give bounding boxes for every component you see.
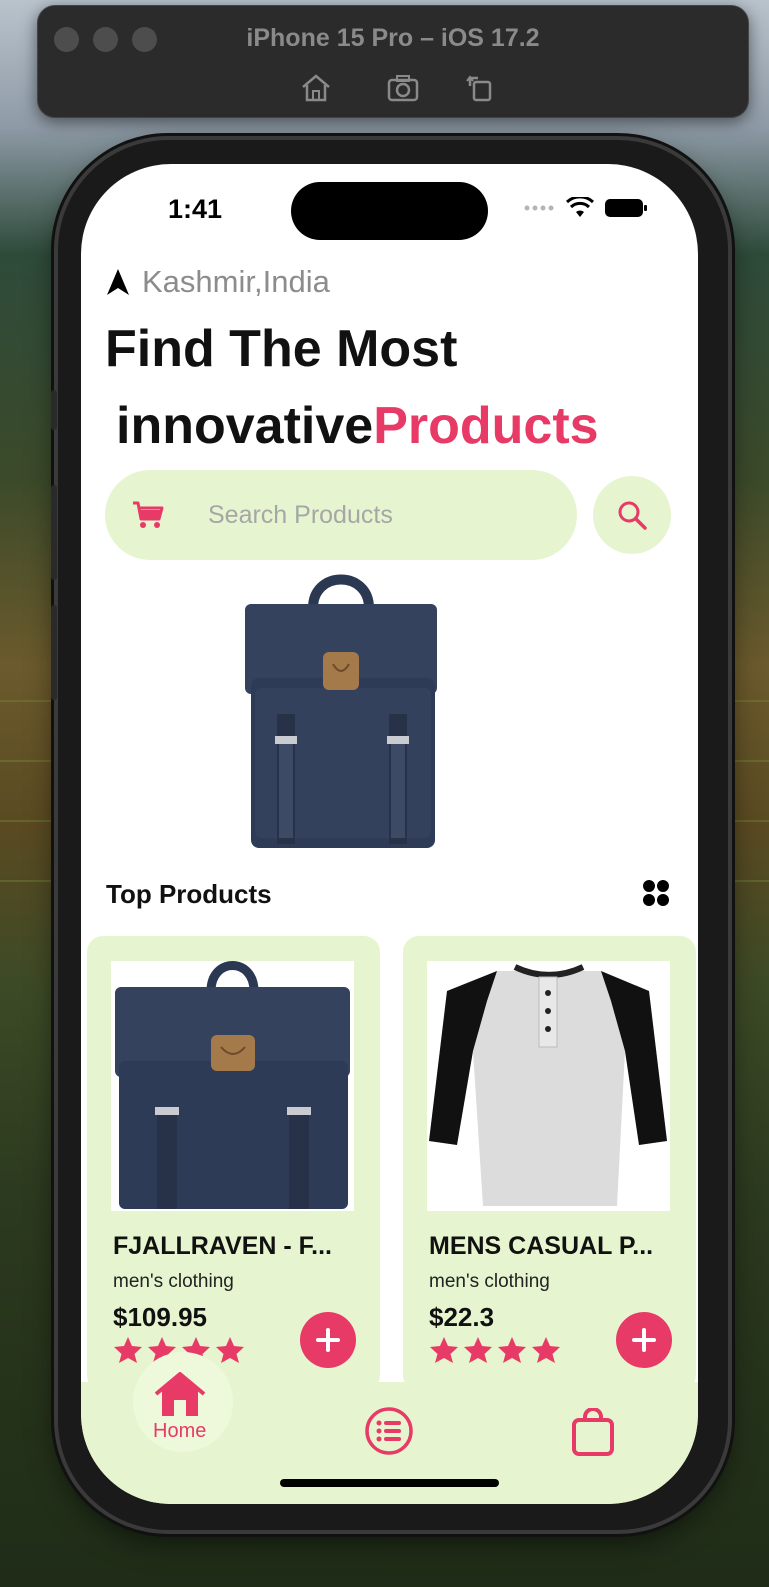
- wifi-icon: [566, 197, 594, 217]
- product-category: men's clothing: [429, 1271, 550, 1292]
- featured-product-image[interactable]: [241, 568, 441, 858]
- product-category: men's clothing: [113, 1271, 234, 1292]
- search-bar[interactable]: [105, 470, 577, 560]
- star-icon: [430, 1337, 458, 1363]
- cart-icon: [133, 501, 164, 528]
- plus-icon: [632, 1328, 656, 1352]
- product-price: $109.95: [113, 1302, 207, 1332]
- list-icon: [365, 1407, 413, 1455]
- headline-plain: innovative: [116, 397, 374, 455]
- simulator-title-bar: iPhone 15 Pro – iOS 17.2: [37, 5, 749, 118]
- product-title: MENS CASUAL P...: [429, 1232, 654, 1260]
- home-indicator: [280, 1479, 499, 1487]
- home-icon[interactable]: [299, 72, 333, 104]
- shopping-bag-icon: [572, 1408, 614, 1456]
- tab-bag[interactable]: [571, 1408, 615, 1456]
- product-image[interactable]: [427, 961, 670, 1211]
- headline-accent: Products: [373, 397, 599, 455]
- headline-line-2: innovativeProducts: [116, 396, 599, 456]
- cellular-signal-icon: [524, 205, 554, 211]
- star-icon: [532, 1337, 560, 1363]
- product-card[interactable]: FJALLRAVEN - F... men's clothing $109.95: [87, 936, 380, 1391]
- action-button: [51, 390, 57, 430]
- product-price: $22.3: [429, 1302, 495, 1332]
- location-row[interactable]: Kashmir,India: [106, 264, 330, 300]
- tab-home[interactable]: Home: [153, 1372, 206, 1443]
- status-time: 1:41: [168, 194, 223, 224]
- star-icon: [114, 1337, 142, 1363]
- search-icon: [618, 501, 647, 530]
- search-button[interactable]: [593, 476, 671, 554]
- star-icon: [216, 1337, 244, 1363]
- star-icon: [498, 1337, 526, 1363]
- home-icon: [154, 1372, 205, 1416]
- grid-view-icon[interactable]: [642, 879, 670, 907]
- section-title: Top Products: [106, 879, 272, 909]
- volume-down-button: [51, 605, 57, 700]
- location-label: Kashmir,India: [142, 264, 330, 299]
- product-card[interactable]: MENS CASUAL P... men's clothing $22.3: [403, 936, 696, 1391]
- headline-line-1: Find The Most: [105, 320, 458, 378]
- simulator-title: iPhone 15 Pro – iOS 17.2: [246, 24, 540, 52]
- backpack-image: [115, 961, 350, 1209]
- battery-icon: [605, 199, 647, 217]
- star-icon: [464, 1337, 492, 1363]
- product-title: FJALLRAVEN - F...: [113, 1232, 332, 1260]
- screenshot-icon[interactable]: [386, 72, 420, 104]
- app-screen: 1:41 Kashmir,India Find The Most innovat…: [81, 164, 698, 1504]
- volume-up-button: [51, 485, 57, 580]
- tab-home-label: Home: [153, 1420, 207, 1442]
- plus-icon: [316, 1328, 340, 1352]
- navigation-arrow-icon: [107, 269, 129, 295]
- tab-list[interactable]: [364, 1406, 414, 1456]
- status-icons: [524, 197, 648, 219]
- henley-shirt-image: [429, 964, 667, 1206]
- product-rating: [429, 1336, 561, 1364]
- add-to-cart-button[interactable]: [616, 1312, 672, 1368]
- search-input[interactable]: [208, 500, 538, 530]
- add-to-cart-button[interactable]: [300, 1312, 356, 1368]
- dynamic-island: [291, 182, 488, 240]
- rotate-icon[interactable]: [464, 72, 498, 104]
- product-image[interactable]: [111, 961, 354, 1211]
